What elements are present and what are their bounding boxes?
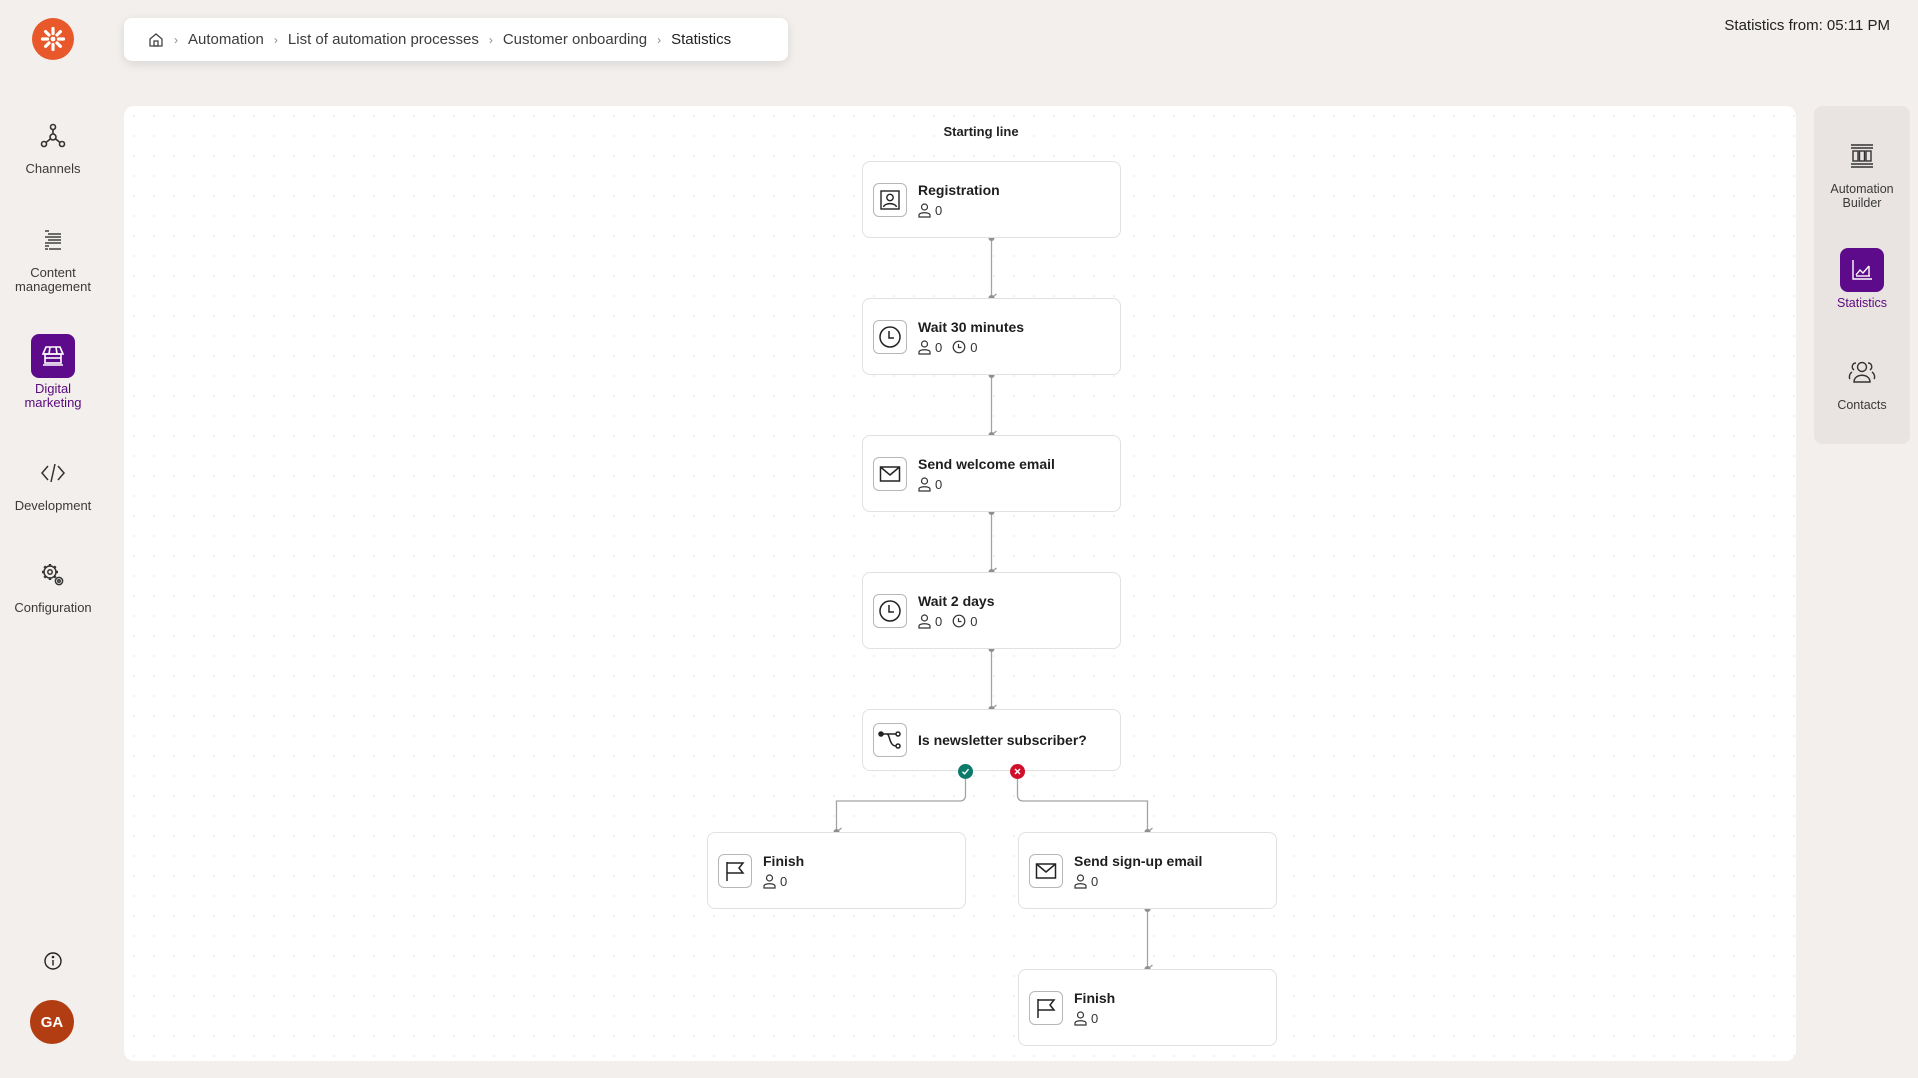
sidebar-item-development[interactable]: Development	[0, 451, 106, 513]
node-wait-2-days[interactable]: Wait 2 days 0 0	[862, 572, 1121, 649]
sidebar-item-label: Channels	[25, 161, 81, 176]
node-send-welcome-email[interactable]: Send welcome email 0	[862, 435, 1121, 512]
node-finish-yes[interactable]: Finish 0	[707, 832, 966, 909]
panel-item-label: Automation Builder	[1830, 182, 1894, 210]
builder-icon	[1840, 134, 1884, 178]
chevron-right-icon: ›	[174, 32, 178, 47]
branch-no-badge[interactable]	[1010, 764, 1025, 779]
node-send-sign-up-email[interactable]: Send sign-up email 0	[1018, 832, 1277, 909]
clock-small-icon	[952, 340, 966, 354]
right-panel: Automation Builder Statistics Contacts	[1814, 106, 1910, 444]
panel-item-contacts[interactable]: Contacts	[1814, 350, 1910, 412]
breadcrumb-process-list[interactable]: List of automation processes	[288, 31, 479, 48]
store-icon	[31, 334, 75, 378]
contacts-count: 0	[935, 339, 943, 355]
node-title: Send sign-up email	[1074, 852, 1203, 869]
logo[interactable]	[32, 18, 74, 60]
chart-icon	[1840, 248, 1884, 292]
sidebar-item-label: Content management	[15, 265, 91, 294]
node-title: Send welcome email	[918, 455, 1055, 472]
envelope-icon	[1035, 862, 1057, 879]
envelope-icon	[879, 465, 901, 482]
clock-icon	[879, 325, 901, 348]
gears-icon	[31, 553, 75, 597]
panel-item-label: Statistics	[1836, 296, 1887, 310]
breadcrumb-home[interactable]	[148, 32, 164, 48]
node-title: Wait 2 days	[918, 592, 995, 609]
panel-item-automation-builder[interactable]: Automation Builder	[1814, 134, 1910, 210]
content-list-icon	[31, 218, 75, 262]
flag-icon	[1037, 998, 1056, 1018]
node-wait-30-minutes[interactable]: Wait 30 minutes 0 0	[862, 298, 1121, 375]
branch-yes-badge[interactable]	[958, 764, 973, 779]
chevron-right-icon: ›	[488, 32, 493, 47]
starting-line-label: Starting line	[943, 124, 1019, 139]
sidebar-item-channels[interactable]: Channels	[0, 114, 106, 176]
avatar[interactable]: GA	[30, 1000, 74, 1044]
person-icon	[763, 873, 776, 889]
node-finish-no[interactable]: Finish 0	[1018, 969, 1277, 1046]
statistics-timestamp: Statistics from: 05:11 PM	[1724, 17, 1890, 34]
contacts-count: 0	[935, 202, 943, 218]
contacts-count: 0	[780, 873, 788, 889]
waiting-count: 0	[970, 613, 978, 629]
clock-small-icon	[952, 614, 966, 628]
person-icon	[918, 476, 931, 492]
chevron-right-icon: ›	[657, 32, 662, 47]
node-title: Registration	[918, 181, 1000, 198]
check-icon	[962, 768, 970, 775]
sidebar-item-label: Digital marketing	[24, 381, 82, 410]
sidebar-item-content-management[interactable]: Content management	[0, 218, 106, 294]
node-title: Finish	[1074, 989, 1116, 1006]
sidebar-item-digital-marketing[interactable]: Digital marketing	[0, 334, 106, 410]
breadcrumb-current: Statistics	[671, 31, 732, 48]
person-icon	[918, 339, 931, 355]
contact-card-icon	[880, 189, 900, 210]
contacts-count: 0	[1091, 873, 1099, 889]
panel-item-statistics[interactable]: Statistics	[1814, 248, 1910, 310]
person-icon	[1074, 873, 1087, 889]
home-icon	[149, 32, 163, 47]
sidebar-item-label: Configuration	[14, 600, 92, 615]
contacts-count: 0	[935, 476, 943, 492]
flag-icon	[726, 861, 745, 881]
clock-icon	[879, 599, 901, 622]
info-button[interactable]	[43, 951, 63, 971]
node-is-newsletter-subscriber[interactable]: Is newsletter subscriber?	[862, 709, 1121, 771]
channels-icon	[31, 114, 75, 158]
person-icon	[1074, 1010, 1087, 1026]
breadcrumb-customer-onboarding[interactable]: Customer onboarding	[503, 31, 647, 48]
sidebar-item-label: Development	[14, 498, 92, 513]
node-registration[interactable]: Registration 0	[862, 161, 1121, 238]
node-title: Finish	[763, 852, 805, 869]
breadcrumb-automation[interactable]: Automation	[188, 31, 264, 48]
breadcrumb: › Automation › List of automation proces…	[124, 18, 788, 61]
contacts-count: 0	[1091, 1010, 1099, 1026]
panel-item-label: Contacts	[1837, 398, 1887, 412]
sidebar-item-configuration[interactable]: Configuration	[0, 553, 106, 615]
node-title: Wait 30 minutes	[918, 318, 1025, 335]
person-icon	[918, 613, 931, 629]
contacts-icon	[1840, 350, 1884, 394]
person-icon	[918, 202, 931, 218]
close-icon	[1014, 768, 1021, 775]
code-icon	[31, 451, 75, 495]
chevron-right-icon: ›	[273, 32, 278, 47]
node-title: Is newsletter subscriber?	[918, 732, 1087, 748]
info-icon	[44, 952, 62, 970]
contacts-count: 0	[935, 613, 943, 629]
kentico-asterisk-icon	[40, 26, 66, 52]
branch-icon	[878, 731, 901, 749]
waiting-count: 0	[970, 339, 978, 355]
